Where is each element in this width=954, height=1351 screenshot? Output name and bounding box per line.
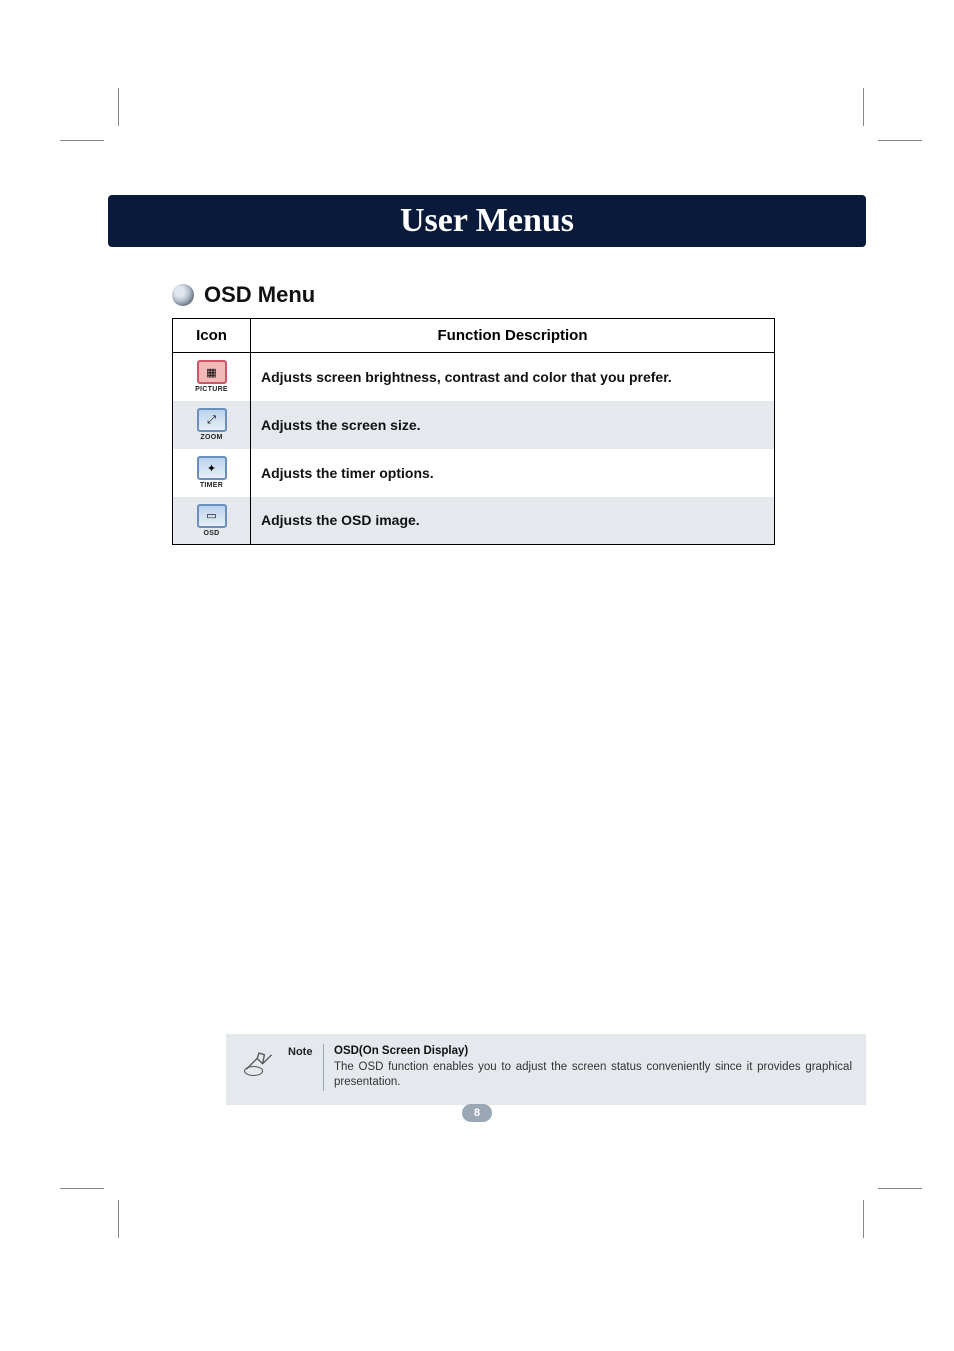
crop-mark [118,88,119,126]
crop-mark [878,140,922,141]
crop-mark [878,1188,922,1189]
zoom-icon: ⤢ [197,408,227,432]
osd-menu-table: Icon Function Description ▦ PICTURE Adju… [172,318,775,545]
page-header: User Menus [108,195,866,247]
note-title: OSD(On Screen Display) [334,1045,468,1057]
crop-mark [60,1188,104,1189]
row-desc: Adjusts the timer options. [251,449,775,497]
page-title: User Menus [400,202,574,240]
section-title: OSD Menu [204,282,315,308]
icon-label: ZOOM [200,434,222,441]
icon-cell: ▦ PICTURE [183,360,240,393]
crop-mark [60,140,104,141]
note-label: Note [288,1044,324,1091]
icon-cell: ▭ OSD [183,504,240,537]
note-text: OSD(On Screen Display) The OSD function … [334,1044,852,1091]
crop-mark [118,1200,119,1238]
table-row: ▦ PICTURE Adjusts screen brightness, con… [173,353,775,401]
table-row: ⤢ ZOOM Adjusts the screen size. [173,401,775,449]
picture-icon: ▦ [197,360,227,384]
table-row: ▭ OSD Adjusts the OSD image. [173,497,775,545]
row-desc: Adjusts screen brightness, contrast and … [251,353,775,401]
note-body: The OSD function enables you to adjust t… [334,1061,852,1089]
osd-icon: ▭ [197,504,227,528]
table-header-icon: Icon [173,319,251,353]
note-hand-icon [240,1044,278,1080]
row-desc: Adjusts the OSD image. [251,497,775,545]
table-header-desc: Function Description [251,319,775,353]
table-row: ✦ TIMER Adjusts the timer options. [173,449,775,497]
bullet-icon [172,284,194,306]
timer-icon: ✦ [197,456,227,480]
icon-label: PICTURE [195,386,228,393]
row-desc: Adjusts the screen size. [251,401,775,449]
icon-cell: ✦ TIMER [183,456,240,489]
icon-cell: ⤢ ZOOM [183,408,240,441]
note-box: Note OSD(On Screen Display) The OSD func… [226,1034,866,1105]
icon-label: OSD [203,530,219,537]
icon-label: TIMER [200,482,223,489]
section-heading-row: OSD Menu [172,282,315,308]
page-number: 8 [462,1104,492,1122]
crop-mark [863,88,864,126]
crop-mark [863,1200,864,1238]
